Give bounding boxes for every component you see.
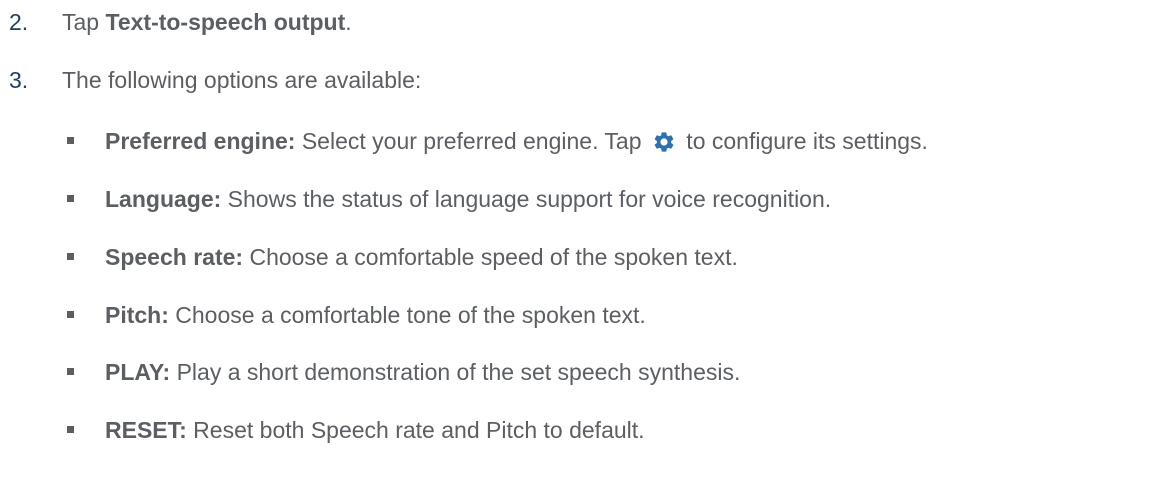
- option-text: Language: Shows the status of language s…: [105, 186, 832, 212]
- option-text: Speech rate: Choose a comfortable speed …: [105, 244, 738, 270]
- option-text: Preferred engine: Select your preferred …: [105, 127, 928, 160]
- option-term: Language:: [105, 186, 222, 212]
- bullet-marker: [67, 368, 74, 375]
- bullet-marker: [67, 253, 74, 260]
- option-term: RESET:: [105, 417, 187, 443]
- step-bold-term: Text-to-speech output: [105, 9, 346, 35]
- option-term: Preferred engine:: [105, 128, 296, 154]
- bullet-marker: [67, 426, 74, 433]
- bullet-marker: [67, 195, 74, 202]
- step-number: 3.: [9, 67, 29, 93]
- bullet-marker: [67, 137, 74, 144]
- option-term: Speech rate:: [105, 244, 244, 270]
- step-text: Tap Text-to-speech output.: [62, 9, 352, 35]
- step-text: The following options are available:: [62, 67, 422, 93]
- option-term: PLAY:: [105, 359, 171, 385]
- option-text: Pitch: Choose a comfortable tone of the …: [105, 302, 646, 328]
- bullet-marker: [67, 311, 74, 318]
- step-number: 2.: [9, 9, 29, 35]
- option-text: RESET: Reset both Speech rate and Pitch …: [105, 417, 645, 443]
- gear-icon: [652, 130, 676, 160]
- option-text: PLAY: Play a short demonstration of the …: [105, 359, 741, 385]
- option-term: Pitch:: [105, 302, 169, 328]
